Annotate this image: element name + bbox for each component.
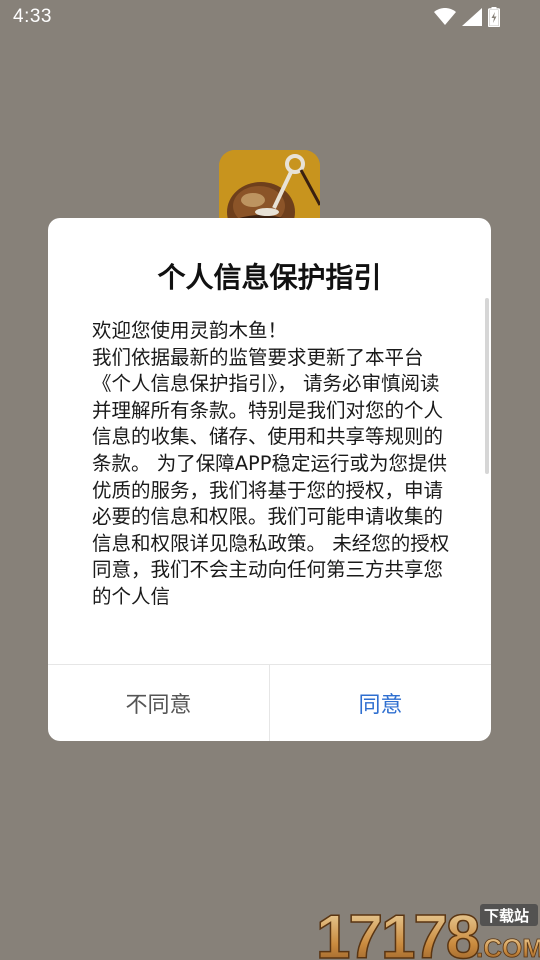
- status-time: 4:33: [13, 6, 52, 27]
- disagree-button[interactable]: 不同意: [48, 665, 270, 741]
- svg-text:.COM: .COM: [476, 933, 540, 960]
- watermark-logo: 17178 下载站 .COM: [315, 900, 540, 960]
- battery-charging-icon: [488, 7, 500, 27]
- dialog-footer: 不同意 同意: [48, 664, 491, 741]
- privacy-dialog: 个人信息保护指引 欢迎您使用灵韵木鱼！ 我们依据最新的监管要求更新了本平台《个人…: [48, 218, 491, 741]
- dialog-title: 个人信息保护指引: [157, 261, 382, 294]
- status-icons: [434, 7, 500, 27]
- agree-button[interactable]: 同意: [270, 665, 491, 741]
- dialog-body-text[interactable]: 欢迎您使用灵韵木鱼！ 我们依据最新的监管要求更新了本平台《个人信息保护指引》， …: [92, 318, 450, 626]
- dialog-scrollbar[interactable]: [485, 298, 489, 474]
- svg-text:下载站: 下载站: [484, 907, 529, 925]
- signal-icon: [462, 8, 482, 26]
- wifi-icon: [434, 8, 456, 26]
- svg-text:17178: 17178: [316, 903, 479, 960]
- status-bar: 4:33: [0, 0, 540, 36]
